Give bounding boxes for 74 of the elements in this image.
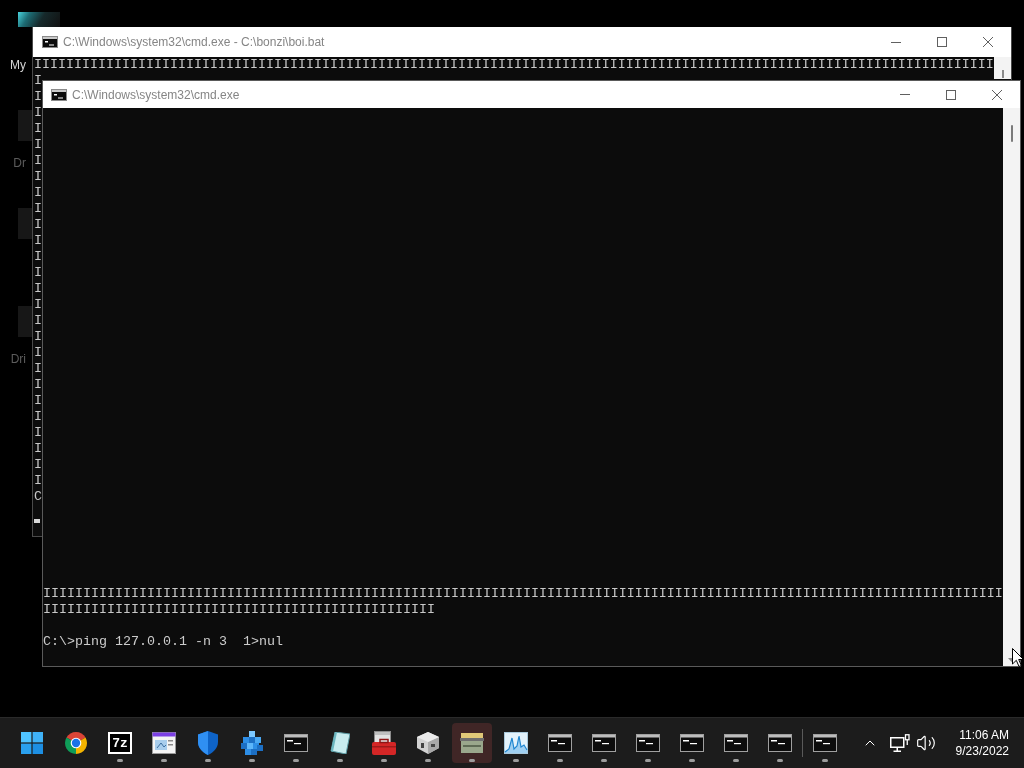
cubes-icon [241,731,263,755]
console-text-line: I [34,297,42,313]
console-text-line: I [34,121,42,137]
toolbox-icon [372,731,396,755]
terminal-icon [768,734,792,752]
clock-time[interactable]: 11:06 AM [959,727,1009,743]
terminal-icon [42,36,58,48]
terminal-icon [51,88,67,101]
console-text-line: I [34,345,42,361]
shield-icon [198,731,218,755]
speaker-icon[interactable] [915,733,936,753]
console-text-line: I [34,457,42,473]
taskbar-button[interactable]: 7z [100,723,140,763]
close-icon [992,89,1002,100]
terminal-icon [724,734,748,752]
close-icon [983,37,993,47]
monitor-icon[interactable] [889,734,910,752]
console-text-line: I [34,409,42,425]
window-title: C:\Windows\system32\cmd.exe - C:\bonzi\boi.bat [63,34,325,51]
clock-date[interactable]: 9/23/2022 [955,743,1009,759]
console-text-line: C [34,489,42,505]
console-text-line: I [34,425,42,441]
console-text-line: IIIIIIIIIIIIIIIIIIIIIIIIIIIIIIIIIIIIIIIIIIIIIIIIIIIIIIIIIIIIIIIIIIIIIIIIIIIIIIIIIIIIIIIIIIIIIIIIIIIIIIIIIIIIIIIIIIIIIIII [34,57,994,73]
console-text-line: I [34,105,42,121]
terminal-icon [636,734,660,752]
console-text-line: I [34,201,42,217]
console-text-line: I [34,313,42,329]
console-text-line: I [34,73,42,89]
console-text-line: I [34,329,42,345]
console-text-line: I [34,281,42,297]
console-text-line: I [34,185,42,201]
terminal-icon [813,734,837,752]
tricolor-circle-icon [65,732,87,754]
terminal-icon [592,734,616,752]
desktop-icon-label: Dr [12,156,26,170]
console-text-line: IIIIIIIIIIIIIIIIIIIIIIIIIIIIIIIIIIIIIIIIIIIIIIIII [43,602,435,618]
console-text-line: I [34,393,42,409]
scrollbar-thumb[interactable] [1010,125,1013,142]
cursor-block-icon [34,519,40,523]
console-text-line: I [34,137,42,153]
four-squares-icon [21,732,43,754]
minimize-icon [891,41,901,43]
command-prompt-line: C:\>ping 127.0.0.1 -n 3 1>nul [43,634,283,650]
console-text-line: I [34,361,42,377]
terminal-icon [680,734,704,752]
console-text-line: I [34,249,42,265]
desktop-icon-label: Dri [9,352,26,366]
desktop-icon[interactable] [18,12,60,27]
window-title: C:\Windows\system32\cmd.exe [72,86,240,104]
console-text-line: I [34,265,42,281]
maximize-icon [946,89,956,100]
window-icon [152,732,176,754]
scrollbar[interactable] [1003,108,1020,666]
console-text-line: I [34,217,42,233]
terminal-icon [284,734,308,752]
taskbar-button[interactable] [452,723,492,763]
scanner-icon [460,733,484,753]
console-text-line: I [34,89,42,105]
console-text-line: I [34,233,42,249]
scrollbar-thumb[interactable] [1001,70,1004,78]
maximize-icon [937,37,947,47]
console-text-line: I [34,473,42,489]
terminal-icon [548,734,572,752]
console-text-line: I [34,377,42,393]
desktop-icon-label: My [9,58,26,72]
cube-icon [417,732,439,754]
console-text-line: I [34,441,42,457]
scrollbar[interactable] [994,57,1011,79]
console-text-line: I [34,153,42,169]
minimize-icon [900,94,910,95]
console-text-line: I [34,169,42,185]
console-text-line: IIIIIIIIIIIIIIIIIIIIIIIIIIIIIIIIIIIIIIIIIIIIIIIIIIIIIIIIIIIIIIIIIIIIIIIIIIIIIIIIIIIIIIIIIIIIIIIIIIIIIIIIIIIIIIIIIIIIIIII [43,586,1003,602]
page-icon [330,732,350,754]
chart-icon [504,732,528,754]
